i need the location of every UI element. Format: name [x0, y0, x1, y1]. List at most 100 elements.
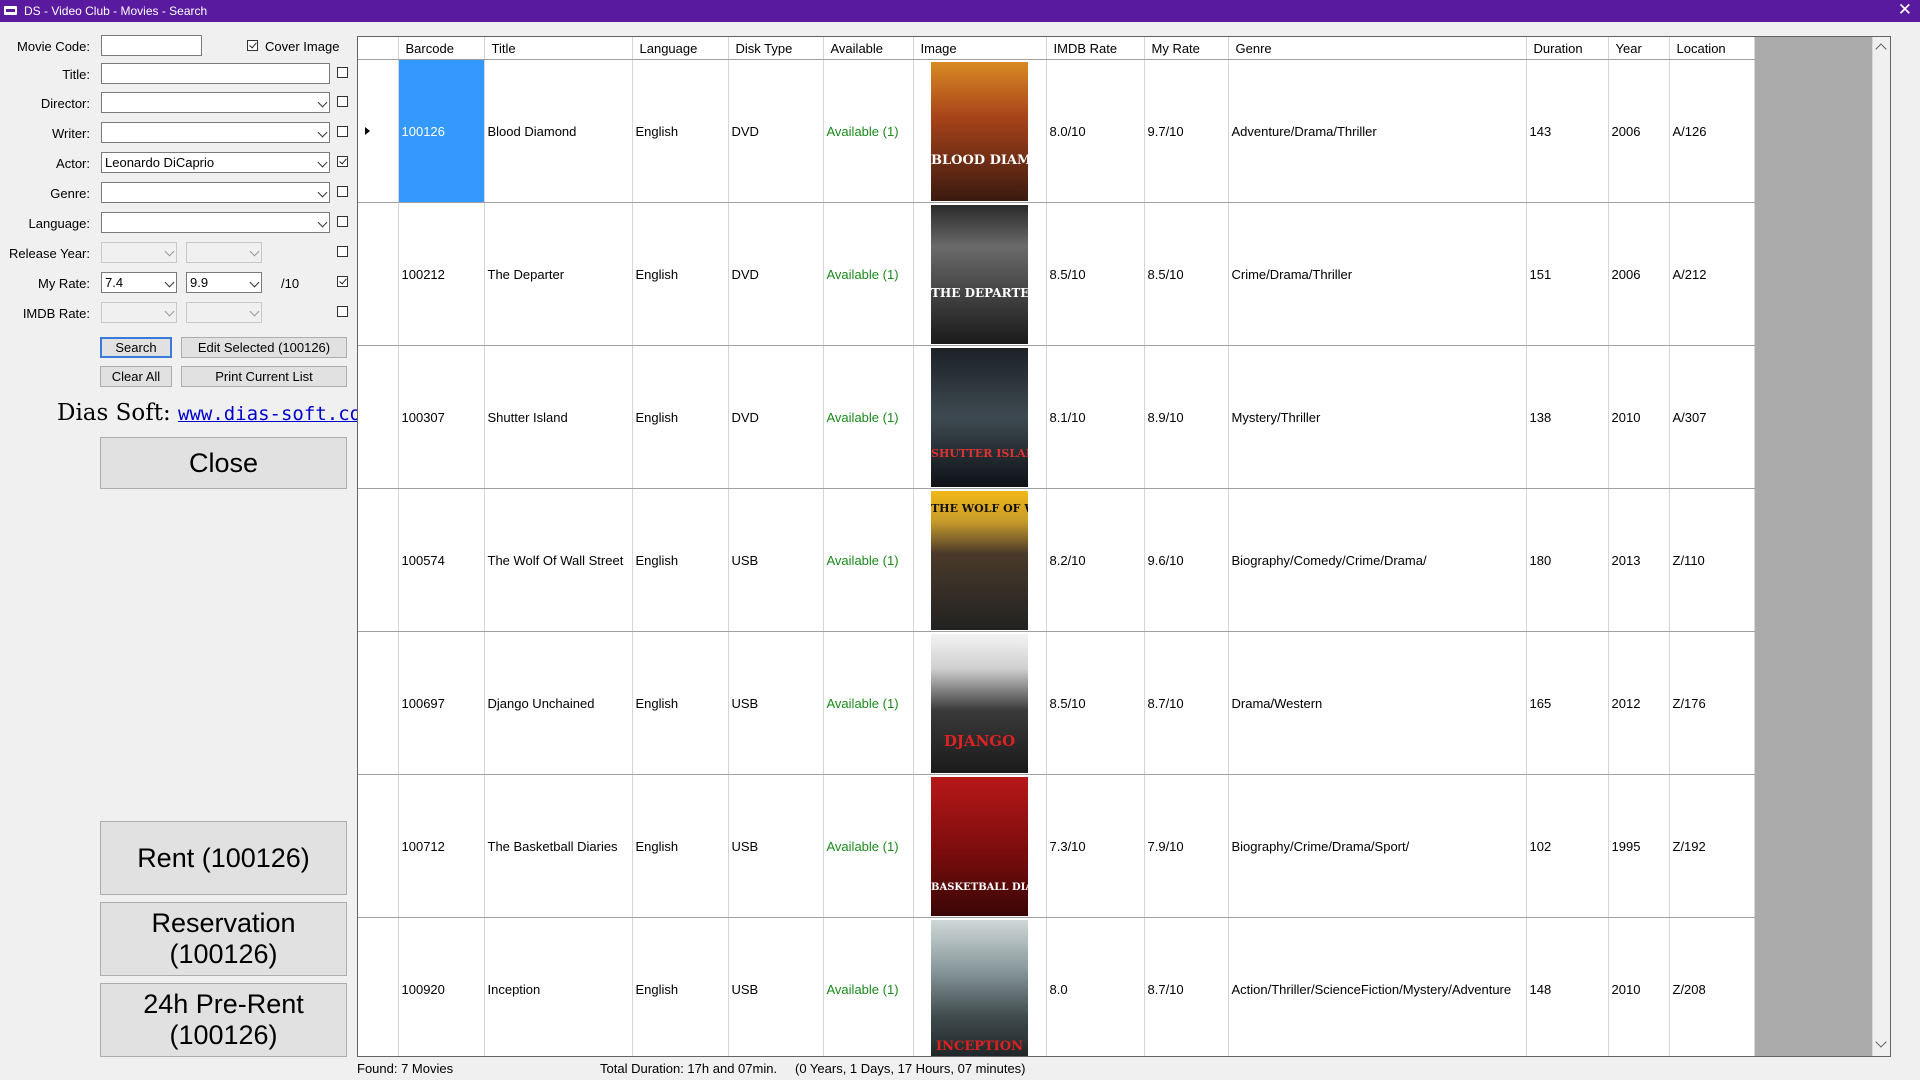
cell-disk-type[interactable]: USB [728, 488, 824, 632]
cell-duration[interactable]: 143 [1526, 59, 1609, 203]
language-select[interactable] [101, 212, 330, 233]
cell-available[interactable]: Available (1) [823, 488, 914, 632]
cell-year[interactable]: 2012 [1608, 631, 1670, 775]
table-row[interactable]: 100307 Shutter Island English DVD Availa… [358, 345, 1755, 489]
genre-filter-checkbox[interactable] [337, 186, 348, 197]
cell-genre[interactable]: Mystery/Thriller [1228, 345, 1527, 489]
search-button[interactable]: Search [100, 337, 172, 358]
cover-image-checkbox[interactable] [247, 40, 258, 51]
cell-barcode[interactable]: 100697 [398, 631, 485, 775]
cell-disk-type[interactable]: DVD [728, 59, 824, 203]
table-row[interactable]: 100126 Blood Diamond English DVD Availab… [358, 59, 1755, 203]
col-header-barcode[interactable]: Barcode [398, 37, 485, 60]
cell-available[interactable]: Available (1) [823, 917, 914, 1056]
my-rate-from-select[interactable]: 7.4 [101, 272, 177, 293]
col-header-my-rate[interactable]: My Rate [1144, 37, 1229, 60]
table-row[interactable]: 100697 Django Unchained English USB Avai… [358, 631, 1755, 775]
cell-image[interactable]: DJANGO [913, 631, 1047, 775]
cell-my-rate[interactable]: 9.6/10 [1144, 488, 1229, 632]
cell-year[interactable]: 1995 [1608, 774, 1670, 918]
row-header[interactable] [358, 917, 399, 1056]
col-header-disk-type[interactable]: Disk Type [728, 37, 824, 60]
movie-code-input[interactable] [101, 35, 202, 56]
cell-language[interactable]: English [632, 917, 729, 1056]
release-year-to-select[interactable] [186, 242, 262, 263]
writer-filter-checkbox[interactable] [337, 126, 348, 137]
imdb-rate-from-select[interactable] [101, 302, 177, 323]
cell-title[interactable]: Inception [484, 917, 633, 1056]
cell-genre[interactable]: Biography/Comedy/Crime/Drama/ [1228, 488, 1527, 632]
cell-location[interactable]: Z/176 [1669, 631, 1755, 775]
table-row[interactable]: 100574 The Wolf Of Wall Street English U… [358, 488, 1755, 632]
col-header-year[interactable]: Year [1608, 37, 1670, 60]
row-header[interactable] [358, 774, 399, 918]
title-input[interactable] [101, 63, 330, 84]
cell-duration[interactable]: 102 [1526, 774, 1609, 918]
cell-image[interactable]: INCEPTION [913, 917, 1047, 1056]
window-close-icon[interactable]: ✕ [1898, 1, 1912, 19]
col-header-available[interactable]: Available [823, 37, 914, 60]
cell-duration[interactable]: 180 [1526, 488, 1609, 632]
col-header-image[interactable]: Image [913, 37, 1047, 60]
cell-imdb-rate[interactable]: 8.2/10 [1046, 488, 1145, 632]
cell-my-rate[interactable]: 7.9/10 [1144, 774, 1229, 918]
cell-title[interactable]: Blood Diamond [484, 59, 633, 203]
prerent-button[interactable]: 24h Pre-Rent (100126) [100, 983, 347, 1057]
print-list-button[interactable]: Print Current List [181, 366, 347, 387]
row-header[interactable] [358, 488, 399, 632]
cell-year[interactable]: 2013 [1608, 488, 1670, 632]
genre-select[interactable] [101, 182, 330, 203]
cell-my-rate[interactable]: 8.9/10 [1144, 345, 1229, 489]
cell-year[interactable]: 2010 [1608, 345, 1670, 489]
cell-language[interactable]: English [632, 202, 729, 346]
release-year-filter-checkbox[interactable] [337, 246, 348, 257]
scroll-down-icon[interactable] [1875, 1036, 1887, 1048]
imdb-rate-to-select[interactable] [186, 302, 262, 323]
vertical-scrollbar[interactable] [1872, 37, 1890, 1056]
cell-language[interactable]: English [632, 488, 729, 632]
cell-location[interactable]: Z/208 [1669, 917, 1755, 1056]
cell-my-rate[interactable]: 9.7/10 [1144, 59, 1229, 203]
cell-image[interactable]: BASKETBALL DIARIES [913, 774, 1047, 918]
clear-all-button[interactable]: Clear All [100, 366, 172, 387]
close-button[interactable]: Close [100, 437, 347, 489]
my-rate-filter-checkbox[interactable] [337, 276, 348, 287]
director-select[interactable] [101, 92, 330, 113]
cell-location[interactable]: A/126 [1669, 59, 1755, 203]
cell-title[interactable]: Shutter Island [484, 345, 633, 489]
cell-duration[interactable]: 148 [1526, 917, 1609, 1056]
col-header-genre[interactable]: Genre [1228, 37, 1527, 60]
cell-title[interactable]: The Wolf Of Wall Street [484, 488, 633, 632]
edit-selected-button[interactable]: Edit Selected (100126) [181, 337, 347, 358]
cell-genre[interactable]: Crime/Drama/Thriller [1228, 202, 1527, 346]
director-filter-checkbox[interactable] [337, 96, 348, 107]
cell-language[interactable]: English [632, 631, 729, 775]
cell-year[interactable]: 2006 [1608, 202, 1670, 346]
cell-imdb-rate[interactable]: 8.1/10 [1046, 345, 1145, 489]
cell-language[interactable]: English [632, 59, 729, 203]
imdb-rate-filter-checkbox[interactable] [337, 306, 348, 317]
cell-disk-type[interactable]: USB [728, 917, 824, 1056]
actor-filter-checkbox[interactable] [337, 156, 348, 167]
cell-imdb-rate[interactable]: 8.5/10 [1046, 631, 1145, 775]
cell-imdb-rate[interactable]: 7.3/10 [1046, 774, 1145, 918]
actor-select[interactable]: Leonardo DiCaprio [101, 152, 330, 173]
cell-image[interactable]: THE DEPARTED [913, 202, 1047, 346]
cell-barcode[interactable]: 100307 [398, 345, 485, 489]
cell-language[interactable]: English [632, 345, 729, 489]
cell-genre[interactable]: Drama/Western [1228, 631, 1527, 775]
table-row[interactable]: 100712 The Basketball Diaries English US… [358, 774, 1755, 918]
cell-imdb-rate[interactable]: 8.5/10 [1046, 202, 1145, 346]
cell-my-rate[interactable]: 8.7/10 [1144, 631, 1229, 775]
cell-duration[interactable]: 138 [1526, 345, 1609, 489]
cell-my-rate[interactable]: 8.7/10 [1144, 917, 1229, 1056]
cell-imdb-rate[interactable]: 8.0/10 [1046, 59, 1145, 203]
cell-disk-type[interactable]: USB [728, 774, 824, 918]
cell-imdb-rate[interactable]: 8.0 [1046, 917, 1145, 1056]
my-rate-to-select[interactable]: 9.9 [186, 272, 262, 293]
row-header[interactable] [358, 59, 399, 203]
row-header[interactable] [358, 631, 399, 775]
table-row[interactable]: 100920 Inception English USB Available (… [358, 917, 1755, 1056]
cell-disk-type[interactable]: USB [728, 631, 824, 775]
cell-language[interactable]: English [632, 774, 729, 918]
